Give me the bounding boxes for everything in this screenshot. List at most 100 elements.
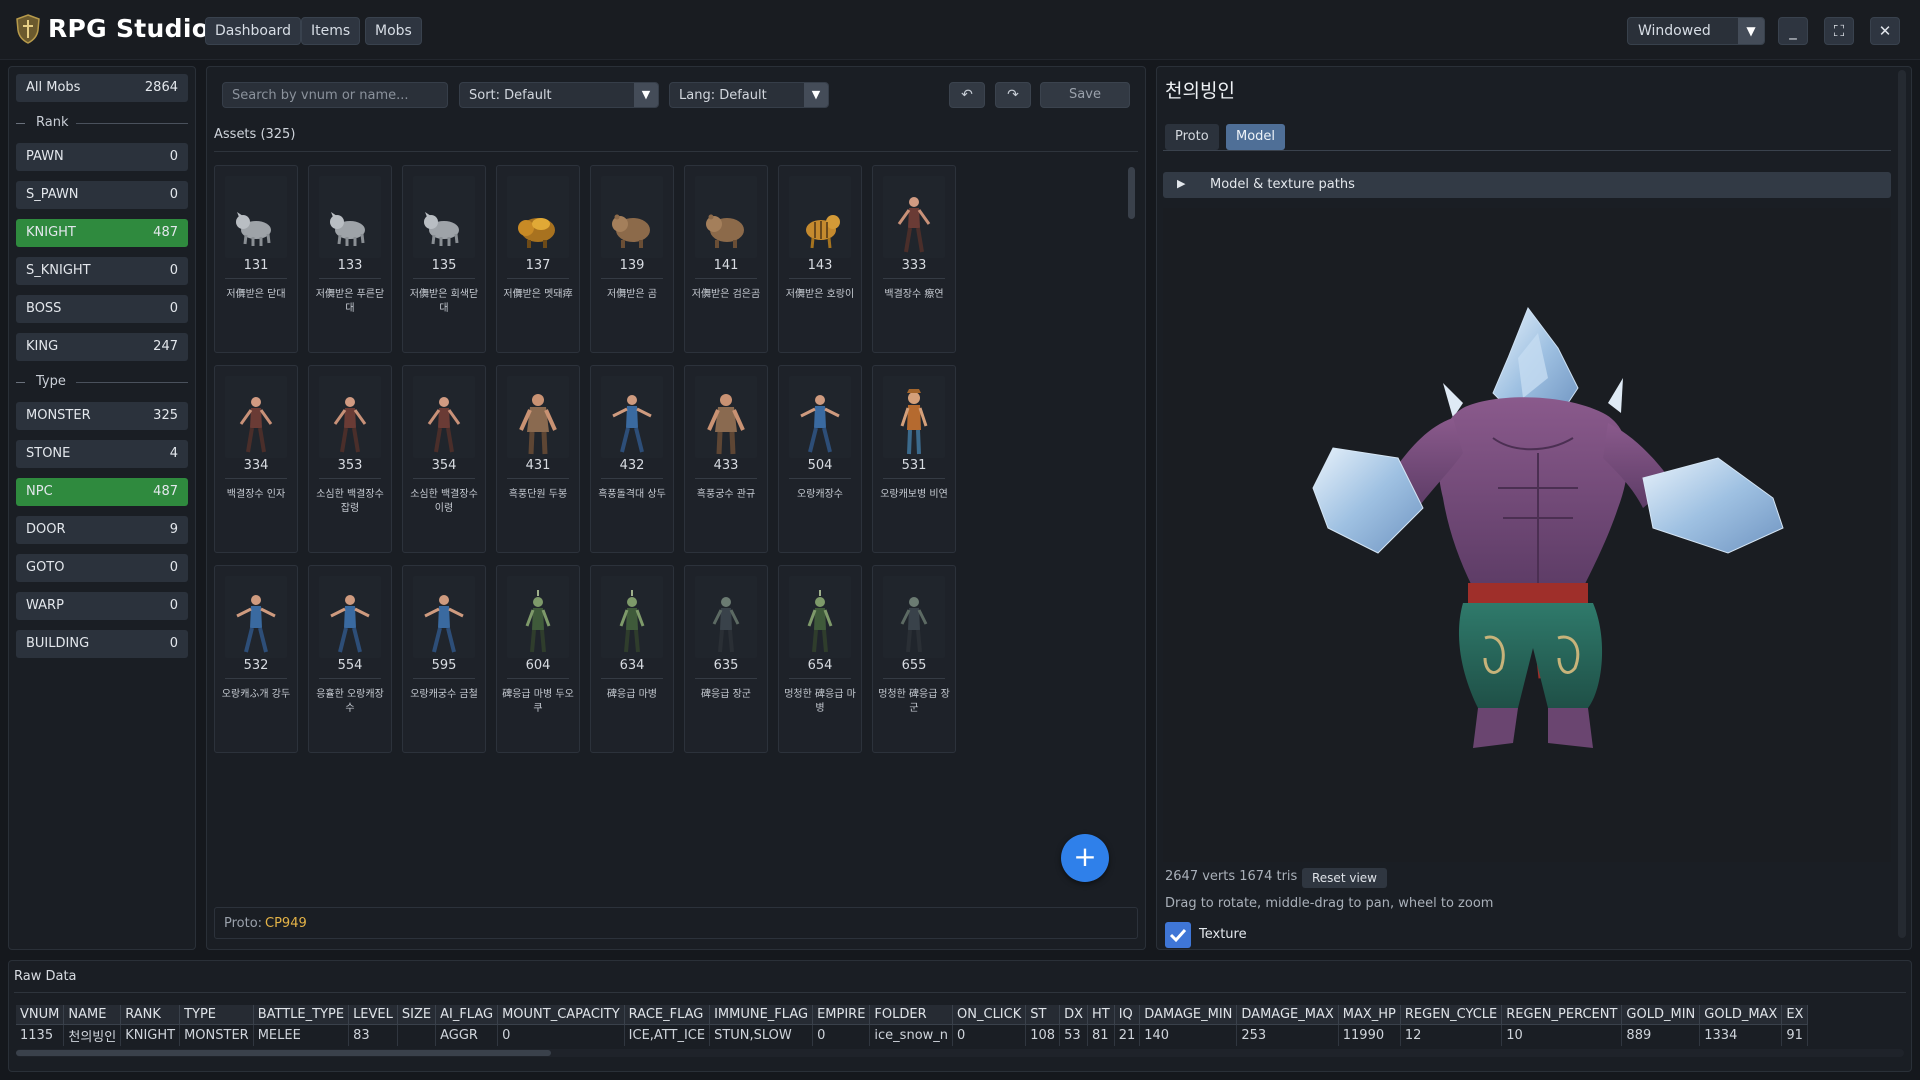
column-header[interactable]: EMPIRE: [812, 1005, 871, 1025]
sidebar-item-s-knight[interactable]: S_KNIGHT 0: [16, 257, 188, 285]
window-mode-select[interactable]: Windowed ▼: [1627, 17, 1765, 45]
asset-card[interactable]: 604 碑응급 마병 두오쿠: [496, 565, 580, 753]
save-button[interactable]: Save: [1040, 82, 1130, 108]
table-cell[interactable]: 140: [1139, 1024, 1238, 1046]
column-header[interactable]: IMMUNE_FLAG: [709, 1005, 814, 1025]
sidebar-item-knight[interactable]: KNIGHT 487: [16, 219, 188, 247]
sidebar-item-all-mobs[interactable]: All Mobs 2864: [16, 74, 188, 102]
model-paths-collapsible[interactable]: ▶ Model & texture paths: [1163, 172, 1891, 198]
nav-mobs-button[interactable]: Mobs: [365, 17, 422, 45]
table-cell[interactable]: 21: [1114, 1024, 1141, 1046]
table-cell[interactable]: AGGR: [435, 1024, 499, 1046]
undo-button[interactable]: ↶: [949, 82, 985, 108]
table-cell[interactable]: 108: [1025, 1024, 1061, 1046]
column-header[interactable]: RANK: [120, 1005, 181, 1025]
column-header[interactable]: BATTLE_TYPE: [253, 1005, 350, 1025]
asset-card[interactable]: 334 백결장수 인자: [214, 365, 298, 553]
asset-card[interactable]: 532 오랑캐ふ개 강두: [214, 565, 298, 753]
sidebar-item-goto[interactable]: GOTO 0: [16, 554, 188, 582]
column-header[interactable]: RACE_FLAG: [624, 1005, 711, 1025]
detail-scrollbar[interactable]: [1898, 70, 1906, 938]
proto-encoding-value[interactable]: CP949: [265, 916, 307, 931]
table-row[interactable]: 1135 천의빙인 KNIGHT MONSTER MELEE 83 AGGR 0 ICE,ATT…: [16, 1024, 1809, 1046]
asset-card[interactable]: 655 멍청한 碑응급 장군: [872, 565, 956, 753]
asset-card[interactable]: 143 저儛받은 호랑이: [778, 165, 862, 353]
column-header[interactable]: EX: [1781, 1005, 1809, 1025]
sidebar-item-boss[interactable]: BOSS 0: [16, 295, 188, 323]
column-header[interactable]: MAX_HP: [1338, 1005, 1401, 1025]
add-asset-button[interactable]: +: [1061, 834, 1109, 882]
column-header[interactable]: DX: [1059, 1005, 1088, 1025]
asset-card[interactable]: 141 저儛받은 검은곰: [684, 165, 768, 353]
sidebar-item-pawn[interactable]: PAWN 0: [16, 143, 188, 171]
table-cell[interactable]: 83: [348, 1024, 398, 1046]
sidebar-item-warp[interactable]: WARP 0: [16, 592, 188, 620]
search-input[interactable]: [222, 82, 448, 108]
tab-proto[interactable]: Proto: [1165, 124, 1219, 150]
asset-card[interactable]: 554 응휼한 오랑캐장수: [308, 565, 392, 753]
redo-button[interactable]: ↷: [995, 82, 1031, 108]
table-cell[interactable]: 10: [1501, 1024, 1623, 1046]
table-cell[interactable]: 1135: [16, 1024, 65, 1046]
nav-items-button[interactable]: Items: [301, 17, 361, 45]
asset-card[interactable]: 135 저儛받은 회색닫대: [402, 165, 486, 353]
model-viewport[interactable]: [1163, 208, 1891, 862]
table-cell[interactable]: 91: [1781, 1024, 1809, 1046]
column-header[interactable]: MOUNT_CAPACITY: [497, 1005, 625, 1025]
asset-card[interactable]: 431 흑풍단원 두봉: [496, 365, 580, 553]
asset-card[interactable]: 595 오랑캐궁수 금철: [402, 565, 486, 753]
table-cell[interactable]: [397, 1024, 437, 1046]
asset-card[interactable]: 139 저儛받은 곰: [590, 165, 674, 353]
nav-dashboard-button[interactable]: Dashboard: [205, 17, 301, 45]
column-header[interactable]: ST: [1025, 1005, 1061, 1025]
asset-card[interactable]: 432 흑풍돌격대 상두: [590, 365, 674, 553]
sort-dropdown[interactable]: Sort: Default ▼: [459, 82, 659, 108]
table-cell[interactable]: MONSTER: [179, 1024, 254, 1046]
column-header[interactable]: ON_CLICK: [952, 1005, 1027, 1025]
asset-card[interactable]: 634 碑응급 마병: [590, 565, 674, 753]
asset-card[interactable]: 354 소심한 백결장수 이령: [402, 365, 486, 553]
table-cell[interactable]: 11990: [1338, 1024, 1401, 1046]
table-cell[interactable]: 12: [1400, 1024, 1503, 1046]
column-header[interactable]: IQ: [1114, 1005, 1141, 1025]
column-header[interactable]: DAMAGE_MIN: [1139, 1005, 1238, 1025]
sidebar-item-s-pawn[interactable]: S_PAWN 0: [16, 181, 188, 209]
asset-card[interactable]: 131 저儛받은 닫대: [214, 165, 298, 353]
asset-card[interactable]: 333 백결장수 瘵연: [872, 165, 956, 353]
asset-card[interactable]: 353 소심한 백결장수 잡령: [308, 365, 392, 553]
raw-scrollbar-thumb[interactable]: [16, 1050, 551, 1056]
column-header[interactable]: FOLDER: [869, 1005, 954, 1025]
column-header[interactable]: REGEN_PERCENT: [1501, 1005, 1623, 1025]
column-header[interactable]: GOLD_MAX: [1699, 1005, 1783, 1025]
table-cell[interactable]: 1334: [1699, 1024, 1783, 1046]
asset-card[interactable]: 133 저儛받은 푸른닫대: [308, 165, 392, 353]
table-cell[interactable]: 0: [952, 1024, 1027, 1046]
table-cell[interactable]: 0: [812, 1024, 871, 1046]
minimize-button[interactable]: _: [1778, 17, 1808, 45]
column-header[interactable]: TYPE: [179, 1005, 254, 1025]
asset-card[interactable]: 137 저儛받은 멧돼瘁: [496, 165, 580, 353]
maximize-button[interactable]: ⛶: [1824, 17, 1854, 45]
column-header[interactable]: HT: [1087, 1005, 1115, 1025]
table-cell[interactable]: MELEE: [253, 1024, 350, 1046]
reset-view-button[interactable]: Reset view: [1302, 868, 1387, 888]
asset-card[interactable]: 433 흑풍궁수 관규: [684, 365, 768, 553]
sidebar-item-stone[interactable]: STONE 4: [16, 440, 188, 468]
table-cell[interactable]: KNIGHT: [120, 1024, 181, 1046]
table-cell[interactable]: 81: [1087, 1024, 1115, 1046]
table-cell[interactable]: 0: [497, 1024, 625, 1046]
asset-card[interactable]: 635 碑응급 장군: [684, 565, 768, 753]
close-button[interactable]: ✕: [1870, 17, 1900, 45]
column-header[interactable]: SIZE: [397, 1005, 437, 1025]
column-header[interactable]: DAMAGE_MAX: [1236, 1005, 1339, 1025]
table-cell[interactable]: STUN,SLOW: [709, 1024, 814, 1046]
sidebar-item-building[interactable]: BUILDING 0: [16, 630, 188, 658]
tab-model[interactable]: Model: [1226, 124, 1286, 150]
grid-scrollbar-thumb[interactable]: [1128, 167, 1135, 219]
sidebar-item-monster[interactable]: MONSTER 325: [16, 402, 188, 430]
column-header[interactable]: AI_FLAG: [435, 1005, 499, 1025]
column-header[interactable]: REGEN_CYCLE: [1400, 1005, 1503, 1025]
table-cell[interactable]: ice_snow_n: [869, 1024, 954, 1046]
column-header[interactable]: VNUM: [16, 1005, 65, 1025]
lang-dropdown[interactable]: Lang: Default ▼: [669, 82, 829, 108]
